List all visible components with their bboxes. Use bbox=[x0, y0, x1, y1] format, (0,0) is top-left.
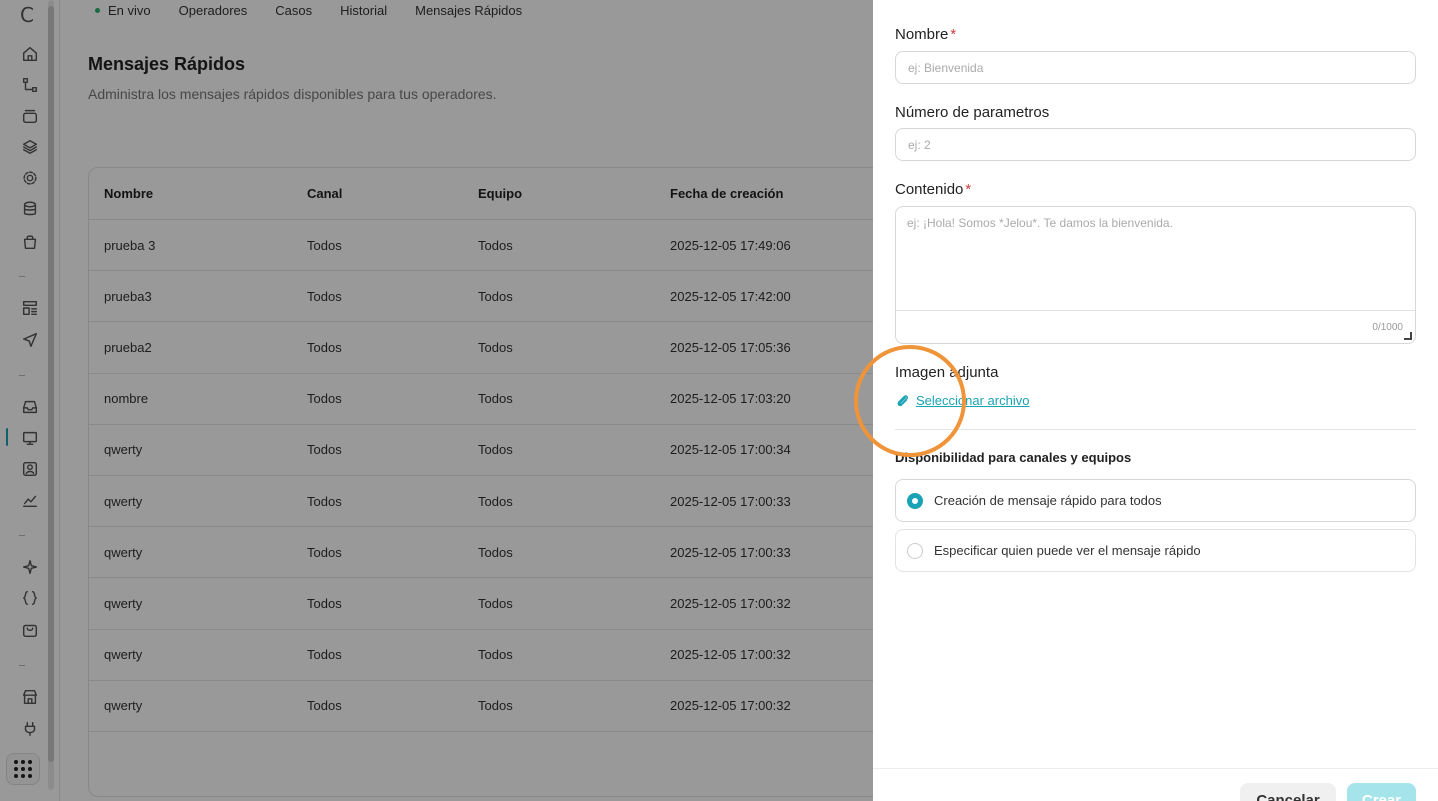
resize-handle-icon[interactable] bbox=[1404, 332, 1412, 340]
select-file-label: Seleccionar archivo bbox=[916, 393, 1030, 408]
section-divider bbox=[895, 429, 1416, 430]
name-input[interactable] bbox=[895, 51, 1416, 84]
create-button[interactable]: Crear bbox=[1347, 783, 1416, 801]
content-char-counter: 0/1000 bbox=[1372, 322, 1403, 333]
option-all-label: Creación de mensaje rápido para todos bbox=[934, 493, 1162, 508]
content-label: Contenido * bbox=[895, 181, 971, 198]
option-specific-radio[interactable]: Especificar quien puede ver el mensaje r… bbox=[895, 529, 1416, 572]
radio-checked-icon bbox=[907, 492, 923, 509]
option-all-radio[interactable]: Creación de mensaje rápido para todos bbox=[895, 479, 1416, 522]
content-field: 0/1000 bbox=[895, 206, 1416, 344]
name-label-text: Nombre bbox=[895, 26, 949, 43]
name-label: Nombre * bbox=[895, 26, 956, 43]
modal-backdrop[interactable] bbox=[0, 0, 873, 801]
content-textarea[interactable] bbox=[896, 207, 1415, 311]
option-specific-label: Especificar quien puede ver el mensaje r… bbox=[934, 543, 1201, 558]
content-label-text: Contenido bbox=[895, 181, 964, 198]
availability-title: Disponibilidad para canales y equipos bbox=[895, 450, 1132, 465]
footer-divider bbox=[873, 768, 1438, 769]
cancel-button[interactable]: Cancelar bbox=[1240, 783, 1336, 801]
paperclip-icon bbox=[897, 395, 909, 407]
required-mark: * bbox=[965, 181, 972, 198]
create-quick-message-drawer: Nombre* Número de parametros Contenido* … bbox=[873, 0, 1438, 801]
select-file-link[interactable]: Seleccionar archivo bbox=[895, 393, 1029, 408]
params-label: Número de parametros bbox=[895, 104, 1050, 121]
params-input[interactable] bbox=[895, 128, 1416, 161]
required-mark: * bbox=[950, 26, 957, 43]
image-label: Imagen adjunta bbox=[895, 364, 999, 381]
radio-unchecked-icon bbox=[907, 542, 923, 559]
